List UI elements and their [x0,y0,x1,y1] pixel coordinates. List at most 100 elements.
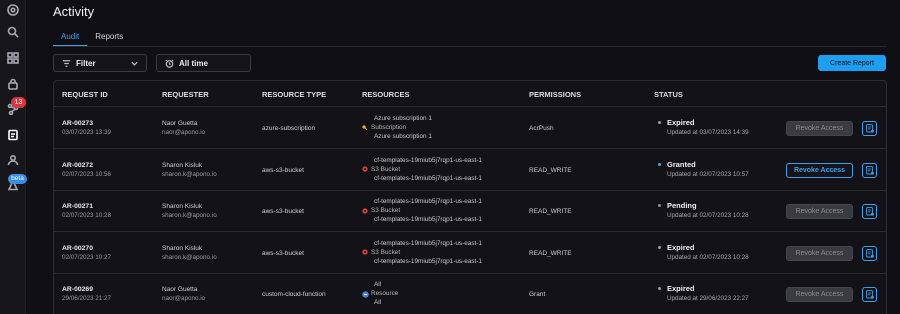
request-id[interactable]: AR-00272 [62,162,111,169]
document-icon [865,248,874,258]
resource-name: cf-templates-19miub5j7rqp1-us-east-1 [374,198,482,205]
details-button[interactable] [862,204,877,219]
logo-icon[interactable] [6,3,20,17]
status-dot [658,204,661,207]
status-updated: Updated at 29/06/2023 22:27 [667,295,749,302]
status-cell: Expired Updated at 29/06/2023 22:27 [658,284,749,302]
tab-reports[interactable]: Reports [87,26,131,46]
page-title: Activity [53,4,95,19]
document-icon [865,165,874,175]
chevron-down-icon [131,61,138,66]
revoke-access-button[interactable]: Revoke Access [786,204,853,219]
details-button[interactable] [862,121,877,136]
resource-name: cf-templates-19miub5j7rqp1-us-east-1 [374,156,482,164]
column-header: STATUS [654,90,683,99]
users-icon[interactable] [6,153,20,167]
requester-name: Naor Guetta [162,120,198,127]
permission: READ_WRITE [529,208,572,215]
request-date: 29/06/2023 21:27 [62,295,112,302]
resource-type: aws-s3-bucket [262,208,304,215]
time-range-label: All time [179,58,208,68]
tabs-divider [53,46,887,47]
table-row[interactable]: AR-00272 02/07/2023 10:56 Sharon Kisluk … [54,150,886,191]
search-icon[interactable] [6,25,20,39]
status-dot [658,287,661,290]
resource-path: Azure subscription 1 [374,133,432,140]
details-button[interactable] [862,287,877,302]
permission: READ_WRITE [529,249,572,257]
cloud-function-icon [362,290,369,298]
requester-email: sharon.k@apono.io [162,253,217,261]
resource-kind: S3 Bucket [371,165,401,173]
requester-name: Naor Guetta [162,286,198,293]
revoke-access-button[interactable]: Revoke Access [786,287,853,302]
requester-cell: Naor Guetta naor@apono.io [162,286,205,302]
details-button[interactable] [862,245,877,261]
table-row[interactable]: AR-00271 02/07/2023 10:28 Sharon Kisluk … [54,191,886,232]
tab-bar: Audit Reports [53,26,131,46]
requester-name: Sharon Kisluk [162,244,203,252]
status-updated: Updated at 02/07/2023 10:28 [667,253,749,261]
column-header: REQUESTER [162,90,209,99]
status-badge: Pending [667,201,697,210]
s3-icon [362,166,368,172]
filter-dropdown[interactable]: Filter [53,54,147,72]
revoke-access-button[interactable]: Revoke Access [786,245,853,261]
time-range-picker[interactable]: All time [156,54,251,72]
resource-name: cf-templates-19miub5j7rqp1-us-east-1 [374,239,482,247]
table-row[interactable]: AR-00270 02/07/2023 10:27 Sharon Kisluk … [54,233,886,274]
document-icon [865,207,874,216]
table-row[interactable]: AR-00273 03/07/2023 13:39 Naor Guetta na… [54,108,886,149]
status-cell: Pending Updated at 02/07/2023 10:28 [658,201,749,219]
details-button[interactable] [862,162,877,178]
revoke-access-button[interactable]: Revoke Access [786,121,853,136]
status-dot [658,245,661,249]
status-updated: Updated at 03/07/2023 14:39 [667,129,749,136]
lock-icon[interactable] [6,77,20,91]
resource-type: aws-s3-bucket [262,166,304,174]
table-header: REQUEST ID REQUESTER RESOURCE TYPE RESOU… [54,81,886,107]
create-report-button[interactable]: Create Report [818,55,886,71]
status-badge: Expired [667,118,695,127]
request-date: 02/07/2023 10:27 [62,253,112,261]
sidebar: 13 beta [0,0,27,314]
resources-cell: cf-templates-19miub5j7rqp1-us-east-1 S3 … [362,239,482,266]
column-header: REQUEST ID [62,90,108,99]
status-dot [658,121,661,124]
request-id[interactable]: AR-00271 [62,203,111,210]
filter-label: Filter [76,58,96,68]
resource-path: cf-templates-19miub5j7rqp1-us-east-1 [374,257,482,265]
resource-kind: S3 Bucket [371,207,401,214]
tab-audit[interactable]: Audit [53,26,88,46]
request-id[interactable]: AR-00269 [62,286,111,293]
revoke-access-button[interactable]: Revoke Access [786,162,853,178]
requester-cell: Sharon Kisluk sharon.k@apono.io [162,162,217,178]
audit-icon[interactable] [6,128,20,142]
request-id-cell: AR-00273 03/07/2023 13:39 [62,120,111,136]
status-badge: Granted [667,159,696,169]
status-badge: Expired [667,242,695,252]
requester-email: naor@apono.io [162,295,206,302]
column-header: RESOURCES [362,90,410,99]
status-cell: Granted Updated at 02/07/2023 10:57 [658,160,749,178]
table-row[interactable]: AR-00269 29/06/2023 21:27 Naor Guetta na… [54,274,886,314]
request-id[interactable]: AR-00273 [62,120,111,127]
resources-cell: cf-templates-19miub5j7rqp1-us-east-1 S3 … [362,156,482,183]
request-id[interactable]: AR-00270 [62,245,111,252]
resource-kind: Subscription [371,124,407,131]
status-dot [658,162,661,166]
requester-email: sharon.k@apono.io [162,212,217,219]
beta-badge: beta [8,174,27,184]
key-icon [362,124,368,131]
permission: AcrPush [529,125,554,132]
column-header: PERMISSIONS [529,90,582,99]
resource-kind: S3 Bucket [371,248,401,256]
requester-email: naor@apono.io [162,129,206,136]
resource-type: azure-subscription [262,125,316,132]
requester-email: sharon.k@apono.io [162,170,217,178]
document-icon [865,290,874,299]
request-date: 03/07/2023 13:39 [62,129,112,136]
request-id-cell: AR-00271 02/07/2023 10:28 [62,203,111,219]
request-id-cell: AR-00269 29/06/2023 21:27 [62,286,111,302]
grid-icon[interactable] [6,51,20,65]
